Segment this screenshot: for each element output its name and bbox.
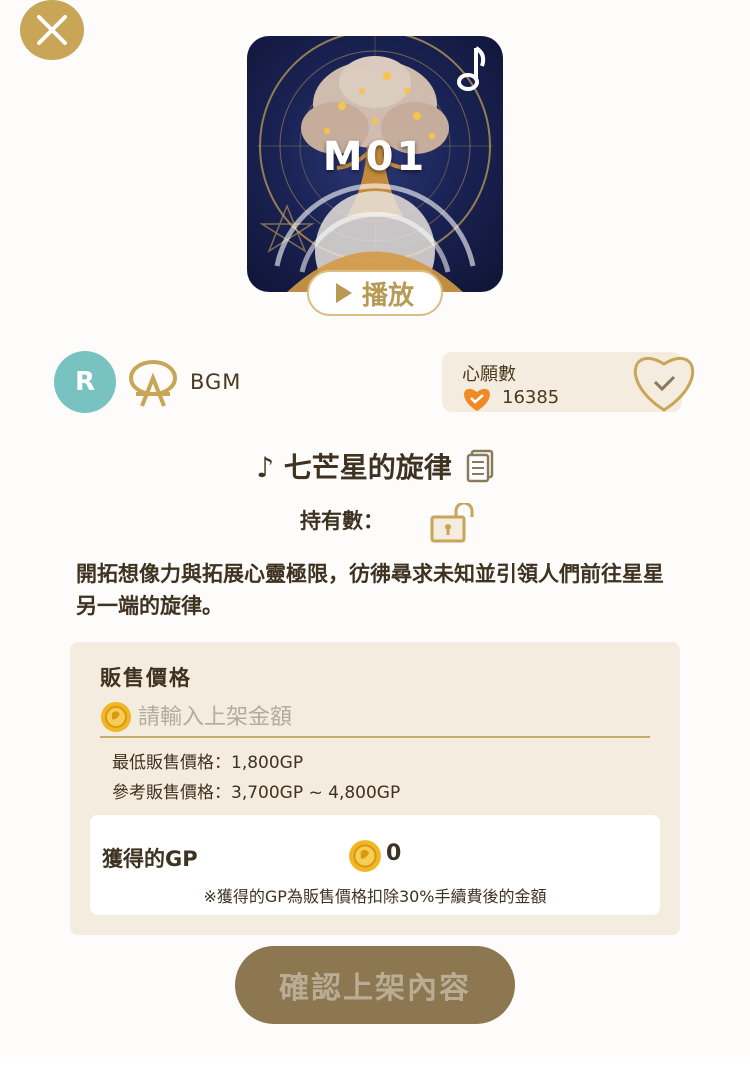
sale-price-panel: 販售價格 最低販售價格：1,800GP 參考販售價格：3,700GP ~ 4,8… [70, 642, 680, 935]
item-title: ♪ 七芒星的旋律 [256, 451, 452, 484]
play-button[interactable]: 播放 [307, 270, 443, 316]
owned-label: 持有數： [300, 509, 384, 533]
earned-gp-box: 獲得的GP 0 ※獲得的GP為販售價格扣除30%手續費後的金額 [90, 815, 660, 915]
sale-price-title: 販售價格 [100, 666, 192, 690]
confirm-listing-button[interactable]: 確認上架內容 [235, 946, 515, 1024]
category-label: BGM [190, 370, 242, 394]
unlock-icon[interactable] [430, 503, 474, 543]
min-price: 最低販售價格：1,800GP [112, 753, 304, 773]
wish-heart-button[interactable] [628, 350, 700, 414]
owned-row: 持有數： [300, 505, 422, 535]
confirm-label: 確認上架內容 [279, 971, 471, 1006]
earned-gp-label: 獲得的GP [102, 847, 198, 871]
creator-badge-icon [129, 360, 177, 407]
gp-coin-icon [349, 840, 381, 872]
close-button[interactable] [20, 0, 84, 60]
document-icon[interactable] [466, 449, 494, 483]
bgm-artwork: M01 [247, 36, 503, 292]
earned-gp-value: 0 [386, 841, 402, 866]
heart-check-icon [464, 388, 490, 411]
wish-count: 16385 [502, 387, 560, 408]
price-input[interactable] [138, 704, 618, 730]
close-icon [37, 15, 67, 45]
music-note-icon [457, 46, 486, 91]
play-label: 播放 [361, 280, 414, 311]
price-input-row [100, 698, 650, 738]
artwork-code: M01 [322, 134, 428, 180]
wish-label: 心願數 [462, 364, 516, 385]
title-row: ♪ 七芒星的旋律 [0, 446, 750, 486]
sheet-edge [0, 1057, 750, 1065]
avatar-letter: R [74, 367, 96, 397]
creator-avatar[interactable]: R [54, 351, 116, 413]
reference-price: 參考販售價格：3,700GP ~ 4,800GP [112, 783, 401, 803]
earned-gp-note: ※獲得的GP為販售價格扣除30%手續費後的金額 [203, 887, 547, 906]
item-description: 開拓想像力與拓展心靈極限，彷彿尋求未知並引領人們前往星星另一端的旋律。 [76, 562, 664, 618]
play-icon [335, 283, 352, 303]
gp-coin-icon [101, 702, 131, 732]
